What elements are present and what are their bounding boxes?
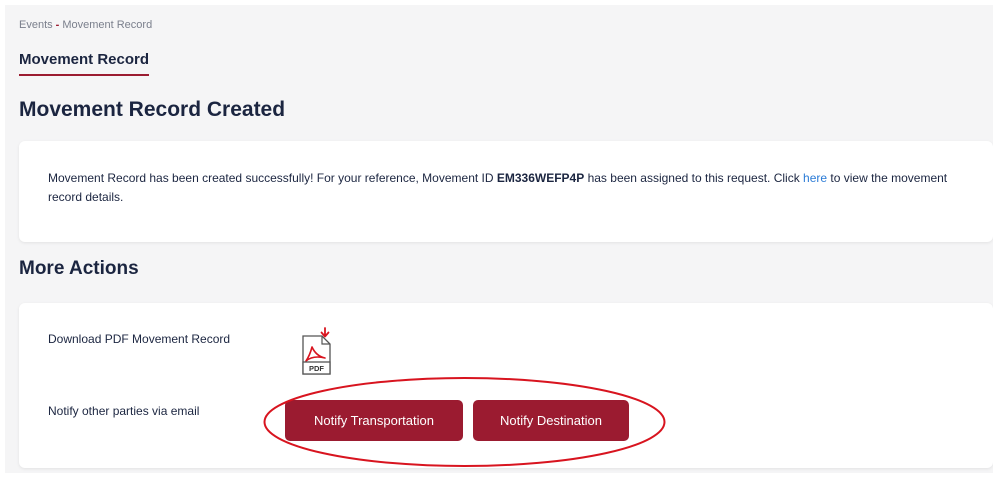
more-actions-card: Download PDF Movement Record PDF Notify …: [19, 303, 993, 468]
confirmation-text-start: Movement Record has been created success…: [48, 171, 497, 185]
breadcrumb-events-link[interactable]: Events: [19, 19, 53, 31]
confirmation-text-middle: has been assigned to this request. Click: [584, 171, 804, 185]
breadcrumb: Events - Movement Record: [19, 19, 152, 31]
view-details-link[interactable]: here: [803, 171, 827, 185]
notify-transportation-button[interactable]: Notify Transportation: [285, 400, 463, 441]
more-actions-heading: More Actions: [19, 258, 139, 279]
pdf-download-icon[interactable]: PDF: [300, 327, 334, 379]
confirmation-card: Movement Record has been created success…: [19, 141, 993, 242]
movement-id: EM336WEFP4P: [496, 171, 585, 185]
notify-parties-label: Notify other parties via email: [48, 404, 200, 418]
download-pdf-label: Download PDF Movement Record: [48, 332, 231, 346]
breadcrumb-separator: -: [55, 19, 60, 31]
breadcrumb-current: Movement Record: [62, 19, 153, 31]
tab-movement-record[interactable]: Movement Record: [19, 51, 150, 76]
page-title: Movement Record Created: [19, 98, 286, 121]
confirmation-message: Movement Record has been created success…: [48, 169, 978, 207]
pdf-icon-text: PDF: [309, 364, 324, 373]
notify-destination-button[interactable]: Notify Destination: [473, 400, 629, 441]
